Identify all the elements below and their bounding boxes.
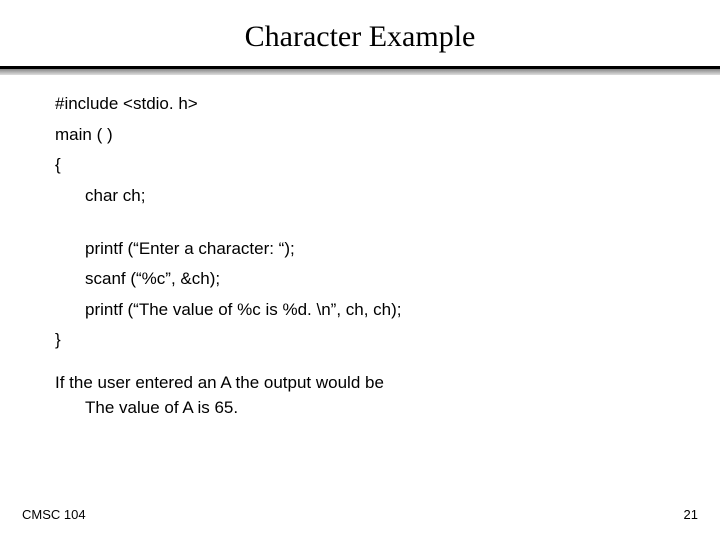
code-line: printf (“The value of %c is %d. \n”, ch,… — [55, 298, 665, 323]
slide-content: #include <stdio. h> main ( ) { char ch; … — [0, 74, 720, 420]
blank-line — [55, 215, 665, 237]
code-line: printf (“Enter a character: “); — [55, 237, 665, 262]
title-divider — [0, 66, 720, 74]
slide-title: Character Example — [0, 0, 720, 66]
code-line: char ch; — [55, 184, 665, 209]
slide-footer: CMSC 104 21 — [0, 507, 720, 522]
code-line: } — [55, 328, 665, 353]
code-line: scanf (“%c”, &ch); — [55, 267, 665, 292]
code-line: main ( ) — [55, 123, 665, 148]
note-line: If the user entered an A the output woul… — [55, 371, 665, 396]
code-line: #include <stdio. h> — [55, 92, 665, 117]
note-line: The value of A is 65. — [55, 396, 665, 421]
footer-page-number: 21 — [684, 507, 698, 522]
footer-course: CMSC 104 — [22, 507, 86, 522]
code-line: { — [55, 153, 665, 178]
output-note: If the user entered an A the output woul… — [55, 371, 665, 420]
